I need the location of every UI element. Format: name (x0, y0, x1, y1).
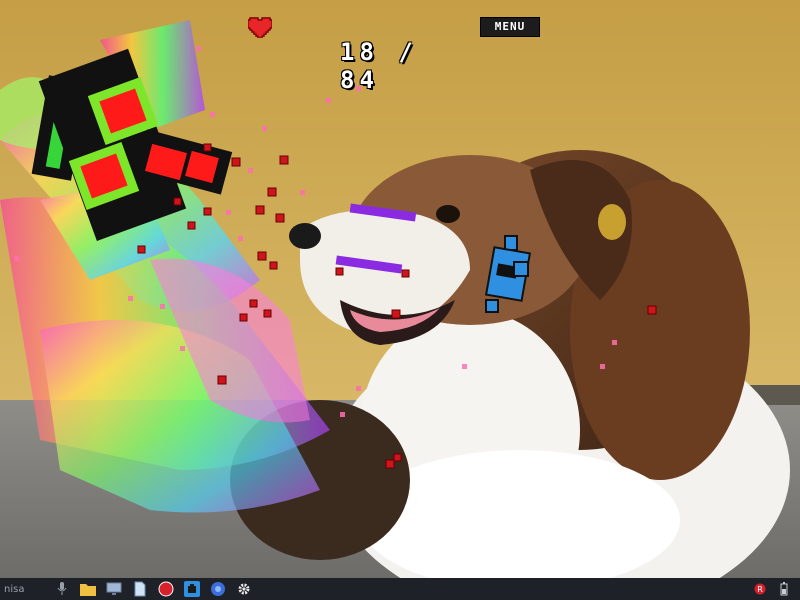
browser-icon[interactable] (210, 581, 226, 597)
document-icon[interactable] (132, 581, 148, 597)
score-counter: 18 / 84 (340, 38, 418, 94)
battery-icon[interactable] (776, 581, 792, 597)
svg-text:R: R (757, 585, 763, 594)
microphone-icon[interactable] (54, 581, 70, 597)
file-manager-icon[interactable] (80, 581, 96, 597)
monitor-icon[interactable] (106, 581, 122, 597)
menu-button[interactable]: Menu (480, 17, 540, 37)
record-icon[interactable] (158, 581, 174, 597)
game-scene: 18 / 84 Menu (0, 0, 800, 578)
settings-gear-icon[interactable] (236, 581, 252, 597)
taskbar: nisa R (0, 578, 800, 600)
registered-icon[interactable]: R (752, 581, 768, 597)
game-icon[interactable] (184, 581, 200, 597)
heart-icon (248, 17, 272, 38)
taskbar-search-text[interactable]: nisa (4, 584, 44, 595)
